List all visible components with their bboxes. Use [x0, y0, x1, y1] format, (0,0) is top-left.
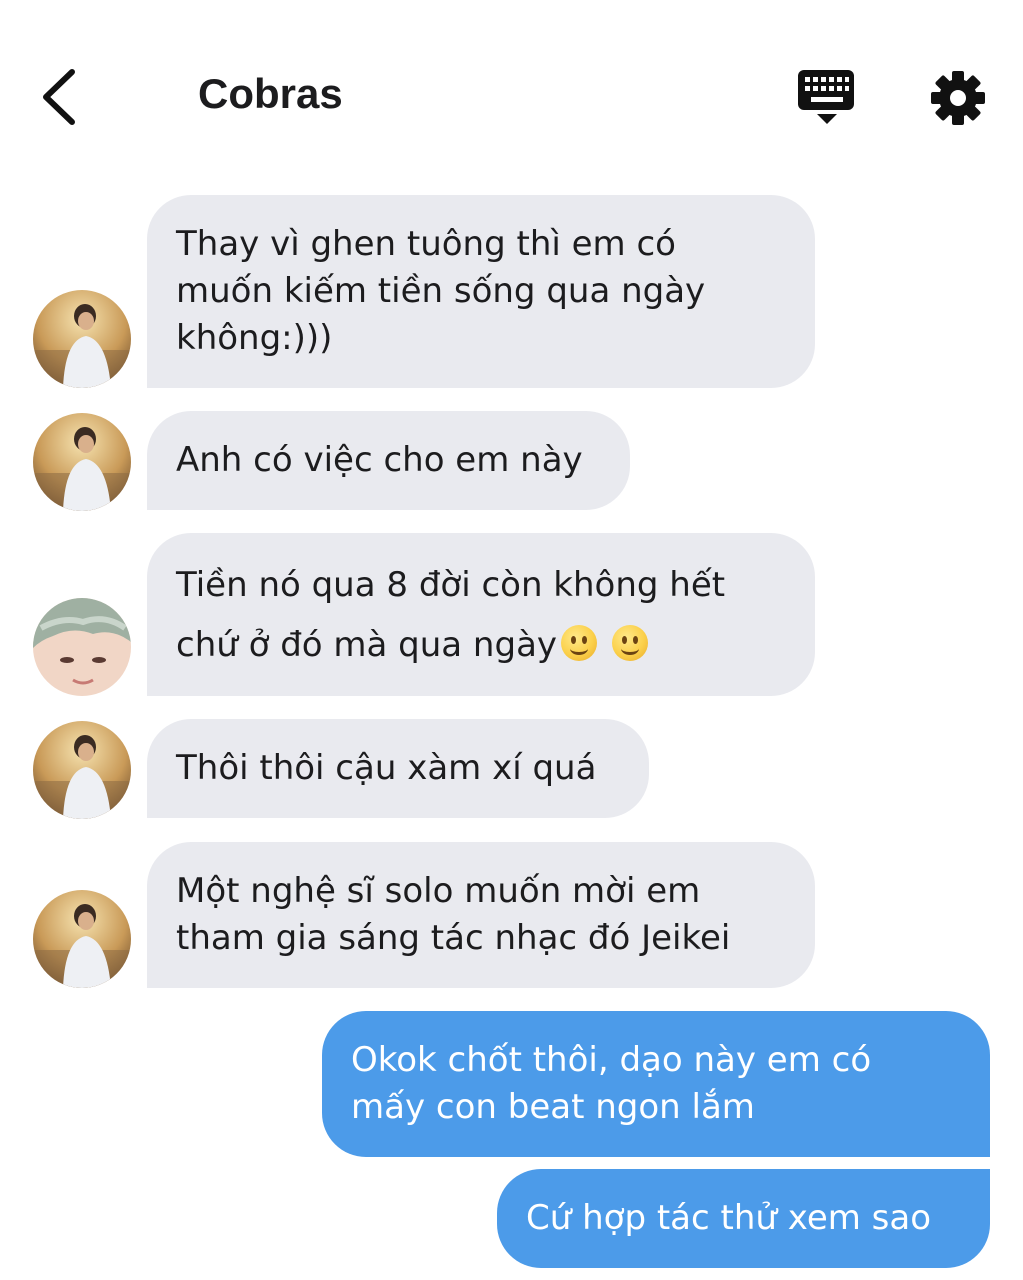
message-text: Anh có việc cho em này: [176, 440, 583, 480]
profile-photo-icon: [33, 890, 131, 988]
slightly-smiling-face-icon: [561, 624, 598, 661]
back-button[interactable]: [34, 62, 94, 132]
message-text: Thôi thôi cậu xàm xí quá: [176, 748, 597, 788]
avatar[interactable]: [33, 721, 131, 819]
chevron-left-icon: [43, 69, 75, 125]
message-text: Một nghệ sĩ solo muốn mời em: [176, 871, 701, 911]
avatar[interactable]: [33, 413, 131, 511]
message-text: mấy con beat ngon lắm: [351, 1087, 755, 1127]
chat-title[interactable]: Cobras: [198, 70, 343, 118]
settings-button[interactable]: [926, 66, 990, 130]
message-bubble-incoming[interactable]: Anh có việc cho em này: [147, 411, 630, 510]
chat-header: Cobras: [0, 0, 1023, 190]
keyboard-button[interactable]: [796, 66, 858, 130]
avatar[interactable]: [33, 598, 131, 696]
profile-photo-icon: [33, 721, 131, 819]
gear-icon: [931, 71, 985, 125]
message-bubble-incoming[interactable]: Một nghệ sĩ solo muốn mời em tham gia sá…: [147, 842, 815, 988]
message-text: tham gia sáng tác nhạc đó Jeikei: [176, 918, 731, 958]
avatar[interactable]: [33, 290, 131, 388]
message-text: không:))): [176, 318, 333, 358]
profile-photo-icon: [33, 413, 131, 511]
message-bubble-incoming[interactable]: Tiền nó qua 8 đời còn không hết chứ ở đó…: [147, 533, 815, 696]
avatar[interactable]: [33, 890, 131, 988]
profile-photo-icon: [33, 598, 131, 696]
message-text: chứ ở đó mà qua ngày: [176, 624, 558, 665]
message-text: Tiền nó qua 8 đời còn không hết: [176, 564, 726, 605]
keyboard-icon: [798, 70, 854, 124]
message-text: muốn kiếm tiền sống qua ngày: [176, 271, 706, 311]
message-text: Okok chốt thôi, dạo này em có: [351, 1040, 872, 1080]
slightly-smiling-face-icon: [611, 624, 648, 661]
message-text: Thay vì ghen tuông thì em có: [176, 224, 676, 264]
message-bubble-outgoing[interactable]: Cứ hợp tác thử xem sao: [497, 1169, 990, 1268]
message-text-with-emoji: chứ ở đó mà qua ngày: [176, 615, 789, 675]
message-bubble-incoming[interactable]: Thôi thôi cậu xàm xí quá: [147, 719, 649, 818]
message-text: Cứ hợp tác thử xem sao: [526, 1198, 932, 1238]
message-bubble-outgoing[interactable]: Okok chốt thôi, dạo này em có mấy con be…: [322, 1011, 990, 1157]
profile-photo-icon: [33, 290, 131, 388]
message-bubble-incoming[interactable]: Thay vì ghen tuông thì em có muốn kiếm t…: [147, 195, 815, 388]
